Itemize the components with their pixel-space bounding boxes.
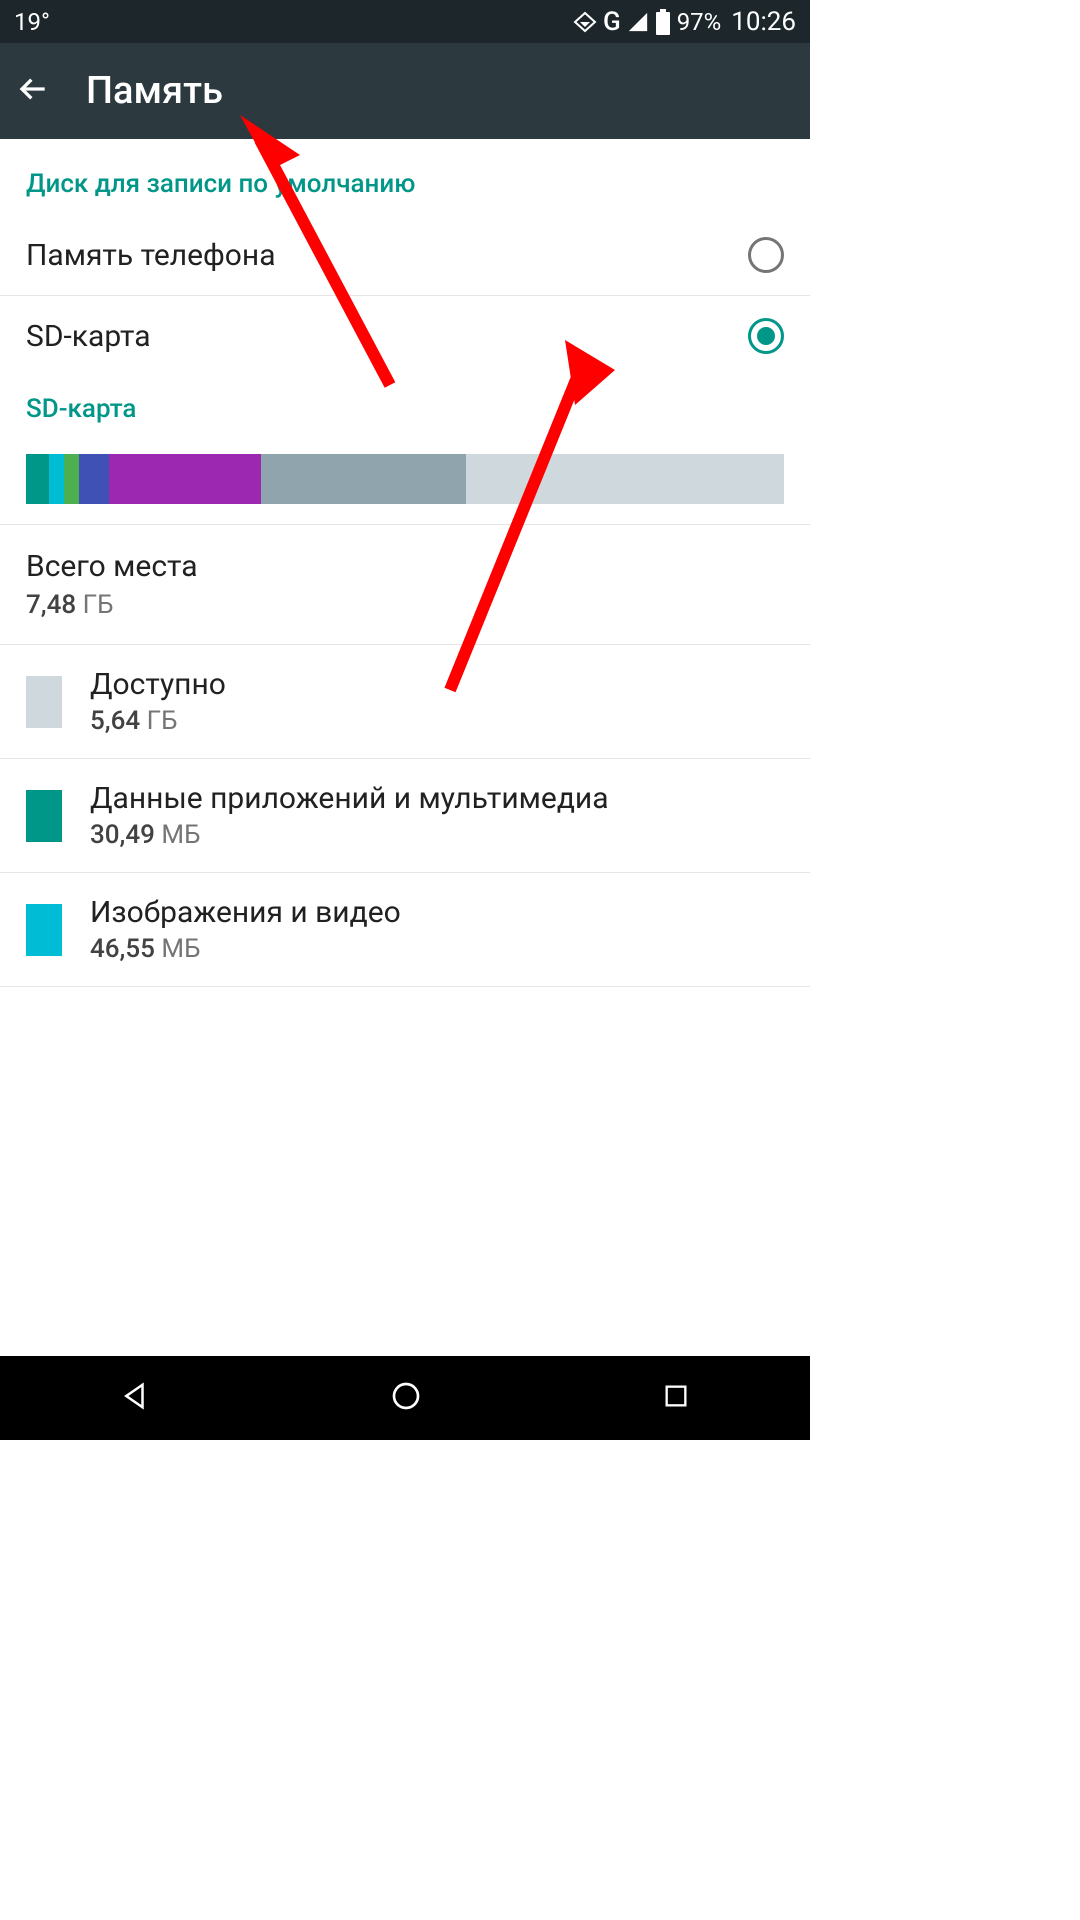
page-title: Память [86,69,223,113]
wifi-icon [573,10,597,34]
clock: 10:26 [731,7,796,37]
storage-segment [466,454,784,504]
nav-back-button[interactable] [120,1381,150,1415]
battery-percentage: 97% [677,8,722,36]
storage-usage-bar [0,440,810,525]
category-label: Доступно [90,667,784,702]
section-default-disk: Диск для записи по умолчанию [0,139,810,215]
storage-segment [79,454,109,504]
storage-segment [109,454,261,504]
category-label: Данные приложений и мультимедиа [90,781,784,816]
radio-button-selected[interactable] [748,318,784,354]
category-row[interactable]: Данные приложений и мультимедиа 30,49 МБ [0,759,810,873]
category-row[interactable]: Изображения и видео 46,55 МБ [0,873,810,987]
storage-segment [49,454,64,504]
section-sd-card: SD-карта [0,376,810,440]
total-value: 7,48 ГБ [26,590,784,620]
storage-segment [261,454,466,504]
nav-recent-button[interactable] [662,1382,690,1414]
storage-segment [26,454,49,504]
radio-option-sd-card[interactable]: SD-карта [0,296,810,376]
battery-icon [655,9,671,35]
status-bar: 19° G 97% 10:26 [0,0,810,43]
category-value: 46,55 МБ [90,934,784,964]
category-color-icon [26,904,62,956]
radio-option-phone-memory[interactable]: Память телефона [0,215,810,296]
category-value: 5,64 ГБ [90,706,784,736]
category-color-icon [26,790,62,842]
storage-segment [64,454,79,504]
network-type-icon: G [603,7,621,37]
total-space-row[interactable]: Всего места 7,48 ГБ [0,525,810,645]
total-label: Всего места [26,549,784,584]
app-bar: Память [0,43,810,139]
radio-label: Память телефона [26,238,276,273]
category-color-icon [26,676,62,728]
back-button[interactable] [18,73,50,109]
navigation-bar [0,1356,810,1440]
category-value: 30,49 МБ [90,820,784,850]
radio-button-unselected[interactable] [748,237,784,273]
category-row[interactable]: Доступно 5,64 ГБ [0,645,810,759]
signal-icon [627,11,649,33]
nav-home-button[interactable] [390,1380,422,1416]
category-label: Изображения и видео [90,895,784,930]
temperature-indicator: 19° [14,8,50,36]
radio-label: SD-карта [26,319,151,354]
